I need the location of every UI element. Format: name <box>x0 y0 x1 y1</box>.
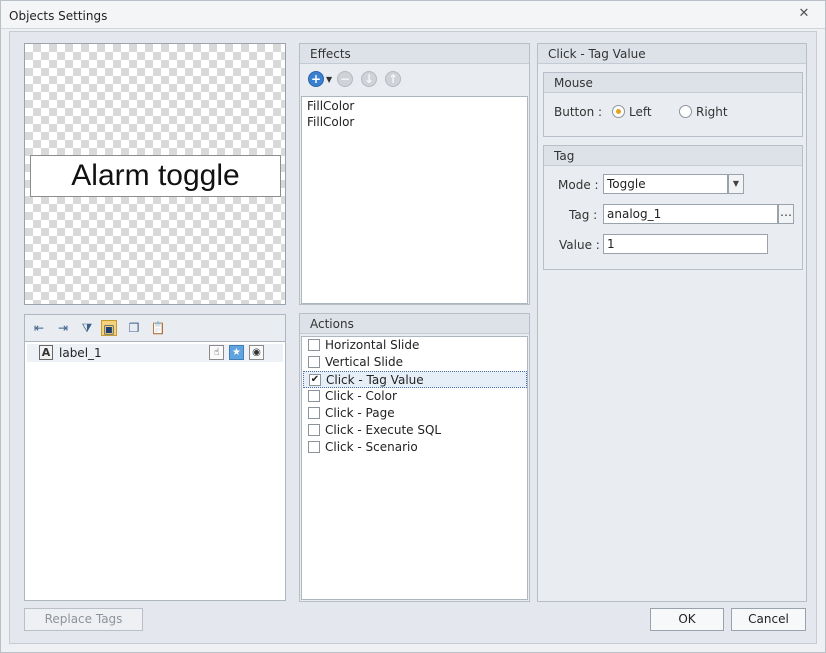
object-preview: Alarm toggle <box>24 43 286 305</box>
tag-group: Tag Mode : Toggle ▼ Tag : analog_1 … Val… <box>543 145 803 270</box>
outdent-icon[interactable]: ⇤ <box>31 320 47 336</box>
checkbox[interactable]: ✔ <box>309 374 321 386</box>
objects-settings-dialog: Objects Settings ✕ Alarm toggle ⇤ ⇥ ⧩ ▣ … <box>0 0 826 653</box>
remove-icon: − <box>337 71 353 87</box>
list-item[interactable]: FillColor <box>307 115 354 129</box>
action-label: Click - Execute SQL <box>325 423 442 437</box>
checkbox[interactable] <box>308 339 320 351</box>
copy-icon[interactable]: ❐ <box>126 320 142 336</box>
mouse-group: Mouse Button : Left Right <box>543 72 803 137</box>
object-toolbar: ⇤ ⇥ ⧩ ▣ ❐ 📋 <box>24 314 286 341</box>
action-vertical-slide[interactable]: Vertical Slide <box>303 354 527 371</box>
action-detail-panel: Click - Tag Value Mouse Button : Left Ri… <box>537 43 807 602</box>
browse-icon[interactable]: … <box>778 204 794 224</box>
action-click-execute-sql[interactable]: Click - Execute SQL <box>303 422 527 439</box>
value-label: Value : <box>559 238 600 252</box>
checkbox[interactable] <box>308 407 320 419</box>
move-up-icon: ↑ <box>385 71 401 87</box>
actions-list: Horizontal Slide Vertical Slide ✔ Click … <box>301 336 528 600</box>
radio-left[interactable] <box>612 105 625 118</box>
radio-right[interactable] <box>679 105 692 118</box>
list-item[interactable]: A label_1 ☝ ★ ◉ <box>27 344 283 362</box>
add-effect-icon[interactable]: + <box>308 71 324 87</box>
effects-toolbar: + ▼ − ↓ ↑ <box>300 65 529 95</box>
effects-title: Effects <box>300 44 529 64</box>
paste-icon[interactable]: 📋 <box>150 320 166 336</box>
move-down-icon: ↓ <box>361 71 377 87</box>
dialog-body: Alarm toggle ⇤ ⇥ ⧩ ▣ ❐ 📋 A label_1 ☝ ★ ◉… <box>9 31 817 644</box>
action-label: Vertical Slide <box>325 355 404 369</box>
tag-title: Tag <box>544 146 802 166</box>
title-bar: Objects Settings ✕ <box>1 1 825 29</box>
eye-icon[interactable]: ◉ <box>249 345 264 360</box>
select-icon[interactable]: ▣ <box>101 320 117 336</box>
object-label: label_1 <box>59 346 102 360</box>
chevron-down-icon[interactable]: ▼ <box>728 174 744 194</box>
indent-icon[interactable]: ⇥ <box>55 320 71 336</box>
replace-tags-button[interactable]: Replace Tags <box>24 608 143 631</box>
cancel-button[interactable]: Cancel <box>731 608 806 631</box>
value-field[interactable]: 1 <box>603 234 768 254</box>
effects-list: FillColor FillColor <box>301 96 528 304</box>
tag-field[interactable]: analog_1 <box>603 204 778 224</box>
hand-icon[interactable]: ☝ <box>209 345 224 360</box>
label-type-icon: A <box>39 345 53 360</box>
object-list: A label_1 ☝ ★ ◉ <box>24 341 286 601</box>
mode-label: Mode : <box>558 178 599 192</box>
star-icon[interactable]: ★ <box>229 345 244 360</box>
checkbox[interactable] <box>308 441 320 453</box>
ok-button[interactable]: OK <box>650 608 724 631</box>
radio-left-label[interactable]: Left <box>629 105 652 119</box>
action-click-color[interactable]: Click - Color <box>303 388 527 405</box>
action-horizontal-slide[interactable]: Horizontal Slide <box>303 337 527 354</box>
action-label: Horizontal Slide <box>325 338 420 352</box>
list-item[interactable]: FillColor <box>307 99 354 113</box>
tag-label: Tag : <box>569 208 598 222</box>
action-click-page[interactable]: Click - Page <box>303 405 527 422</box>
window-title: Objects Settings <box>9 9 108 23</box>
mouse-title: Mouse <box>544 73 802 93</box>
preview-label: Alarm toggle <box>30 155 281 197</box>
action-label: Click - Color <box>325 389 397 403</box>
radio-right-label[interactable]: Right <box>696 105 728 119</box>
action-label: Click - Page <box>325 406 395 420</box>
filter-icon[interactable]: ⧩ <box>79 320 95 336</box>
effects-panel: Effects + ▼ − ↓ ↑ FillColor FillColor <box>299 43 530 305</box>
actions-title: Actions <box>300 314 529 334</box>
mode-select[interactable]: Toggle <box>603 174 728 194</box>
action-label: Click - Tag Value <box>326 373 424 387</box>
checkbox[interactable] <box>308 424 320 436</box>
action-label: Click - Scenario <box>325 440 418 454</box>
detail-title: Click - Tag Value <box>538 44 806 64</box>
close-icon[interactable]: ✕ <box>797 7 811 21</box>
checkbox[interactable] <box>308 390 320 402</box>
actions-panel: Actions Horizontal Slide Vertical Slide … <box>299 313 530 602</box>
action-click-scenario[interactable]: Click - Scenario <box>303 439 527 456</box>
checkbox[interactable] <box>308 356 320 368</box>
action-click-tag-value[interactable]: ✔ Click - Tag Value <box>303 371 527 388</box>
button-label: Button : <box>554 105 603 119</box>
chevron-down-icon[interactable]: ▼ <box>326 75 332 84</box>
